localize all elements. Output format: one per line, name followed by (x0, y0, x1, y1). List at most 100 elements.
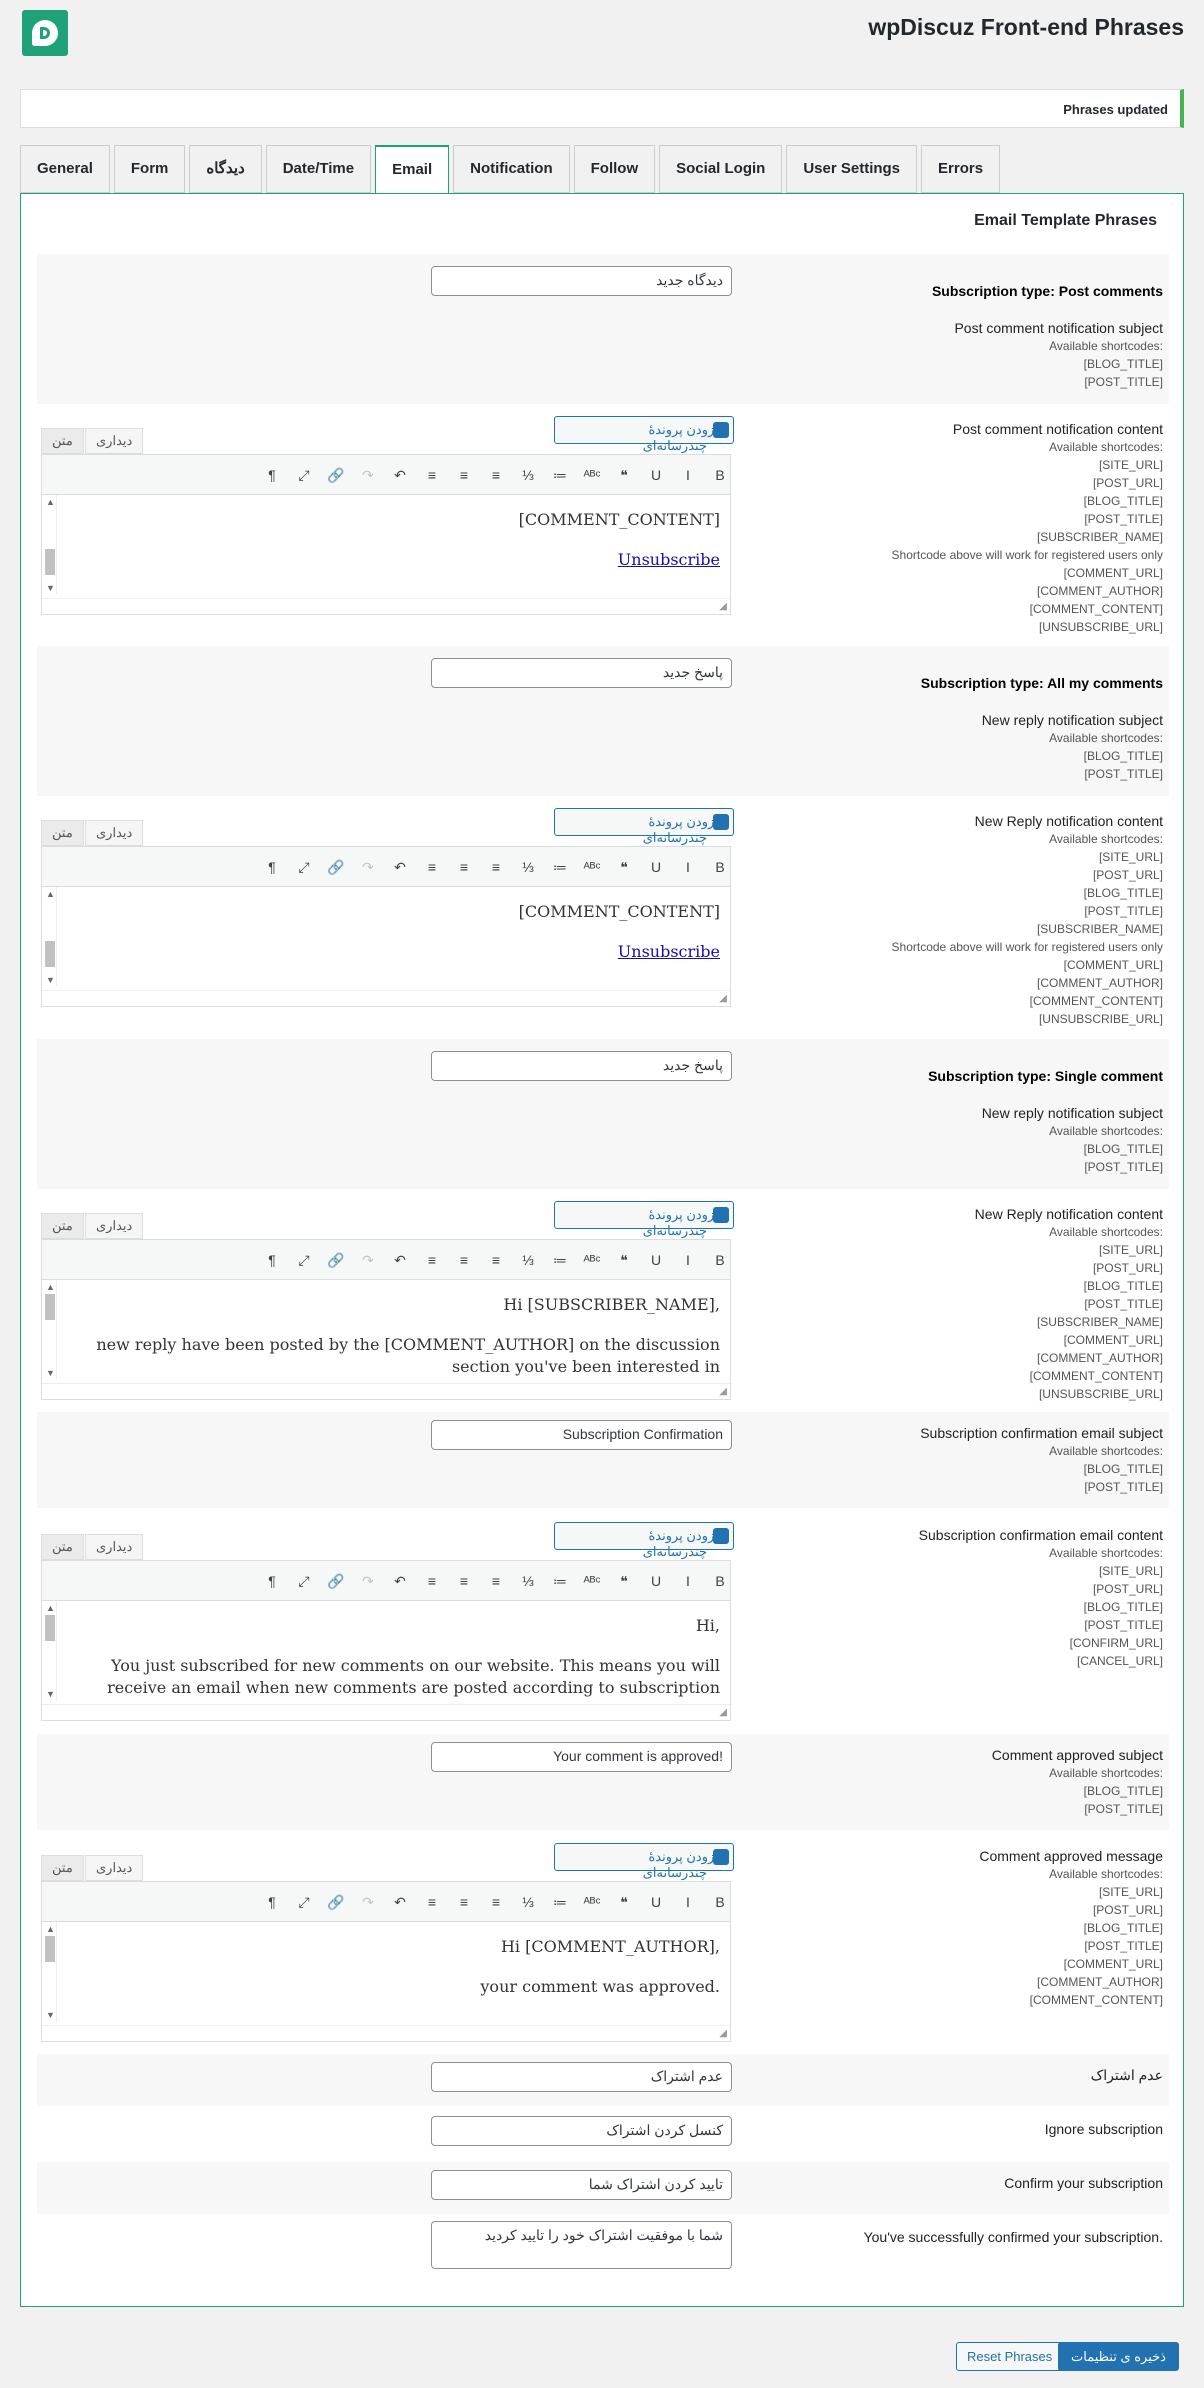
fullscreen-icon[interactable]: ⤢ (294, 857, 314, 877)
redo-icon[interactable]: ↷ (358, 1892, 378, 1912)
tab-8[interactable]: User Settings (786, 145, 918, 193)
numbered-list-icon[interactable]: ⅓ (518, 1250, 538, 1270)
redo-icon[interactable]: ↷ (358, 1250, 378, 1270)
blockquote-icon[interactable]: ❝ (614, 1250, 634, 1270)
visual-tab[interactable]: دیداری (85, 1855, 144, 1881)
redo-icon[interactable]: ↷ (358, 1571, 378, 1591)
editor-body[interactable]: ▲ ▼ Hi [COMMENT_AUTHOR], your comment was a… (42, 1922, 730, 2025)
scroll-down-icon[interactable]: ▼ (46, 1689, 55, 1699)
tab-9[interactable]: Errors (921, 145, 1001, 193)
underline-icon[interactable]: U (646, 857, 666, 877)
redo-icon[interactable]: ↷ (358, 465, 378, 485)
phrase-input[interactable]: پاسخ جدید (431, 658, 732, 688)
phrase-input[interactable]: Your comment is approved! (431, 1742, 732, 1772)
link-icon[interactable]: 🔗 (326, 1250, 346, 1270)
add-media-button[interactable]: افزودن پروندهٔ چندرسانه‌ای (554, 808, 734, 845)
phrase-textarea[interactable]: شما با موفقیت اشتراک خود را تایید کردید (431, 2221, 732, 2269)
editor-scrollbar[interactable]: ▲ ▼ (43, 887, 57, 987)
strikethrough-icon[interactable]: ᴬᴮᶜ (582, 1250, 602, 1270)
editor-body[interactable]: ▲ ▼ Hi [SUBSCRIBER_NAME], new reply have be… (42, 1280, 730, 1383)
link-icon[interactable]: 🔗 (326, 857, 346, 877)
align-left-icon[interactable]: ≡ (486, 857, 506, 877)
strikethrough-icon[interactable]: ᴬᴮᶜ (582, 1571, 602, 1591)
save-settings-button[interactable]: ذخیره ی تنظیمات (1058, 2342, 1179, 2371)
resize-handle-icon[interactable]: ◢ (719, 1386, 727, 1397)
editor-body[interactable]: ▲ ▼ Hi, You just subscribed for new comment… (42, 1601, 730, 1704)
link-icon[interactable]: 🔗 (326, 1892, 346, 1912)
bullet-list-icon[interactable]: ≔ (550, 1571, 570, 1591)
reset-phrases-button[interactable]: Reset Phrases (956, 2342, 1064, 2371)
italic-icon[interactable]: I (678, 857, 698, 877)
scroll-down-icon[interactable]: ▼ (46, 2010, 55, 2020)
undo-icon[interactable]: ↶ (390, 1571, 410, 1591)
blockquote-icon[interactable]: ❝ (614, 1892, 634, 1912)
rtl-direction-icon[interactable]: ¶ (262, 857, 282, 877)
align-center-icon[interactable]: ≡ (454, 857, 474, 877)
numbered-list-icon[interactable]: ⅓ (518, 857, 538, 877)
unsubscribe-link[interactable]: Unsubscribe (618, 942, 720, 961)
add-media-button[interactable]: افزودن پروندهٔ چندرسانه‌ای (554, 1201, 734, 1238)
tab-0[interactable]: General (20, 145, 110, 193)
text-tab[interactable]: متن (41, 1534, 84, 1560)
italic-icon[interactable]: I (678, 1571, 698, 1591)
phrase-input[interactable]: دیدگاه جدید (431, 266, 732, 296)
align-right-icon[interactable]: ≡ (422, 1250, 442, 1270)
tab-2[interactable]: دیدگاه (189, 145, 262, 193)
underline-icon[interactable]: U (646, 1571, 666, 1591)
bold-icon[interactable]: B (710, 1892, 730, 1912)
fullscreen-icon[interactable]: ⤢ (294, 1250, 314, 1270)
bold-icon[interactable]: B (710, 465, 730, 485)
phrase-input[interactable]: عدم اشتراک (431, 2062, 732, 2092)
visual-tab[interactable]: دیداری (85, 820, 144, 846)
link-icon[interactable]: 🔗 (326, 1571, 346, 1591)
editor-scrollbar[interactable]: ▲ ▼ (43, 1922, 57, 2022)
align-center-icon[interactable]: ≡ (454, 465, 474, 485)
numbered-list-icon[interactable]: ⅓ (518, 1892, 538, 1912)
align-right-icon[interactable]: ≡ (422, 857, 442, 877)
rtl-direction-icon[interactable]: ¶ (262, 1892, 282, 1912)
underline-icon[interactable]: U (646, 1892, 666, 1912)
editor-body[interactable]: ▲ ▼ [COMMENT_CONTENT] Unsubscribe (42, 495, 730, 598)
bullet-list-icon[interactable]: ≔ (550, 1892, 570, 1912)
scroll-thumb[interactable] (45, 549, 55, 575)
scroll-up-icon[interactable]: ▲ (46, 1924, 55, 1934)
bold-icon[interactable]: B (710, 1571, 730, 1591)
scroll-thumb[interactable] (45, 1615, 55, 1641)
align-center-icon[interactable]: ≡ (454, 1250, 474, 1270)
strikethrough-icon[interactable]: ᴬᴮᶜ (582, 857, 602, 877)
underline-icon[interactable]: U (646, 465, 666, 485)
phrase-input[interactable]: Subscription Confirmation (431, 1420, 732, 1450)
bullet-list-icon[interactable]: ≔ (550, 857, 570, 877)
scroll-down-icon[interactable]: ▼ (46, 975, 55, 985)
add-media-button[interactable]: افزودن پروندهٔ چندرسانه‌ای (554, 1522, 734, 1559)
align-right-icon[interactable]: ≡ (422, 1892, 442, 1912)
blockquote-icon[interactable]: ❝ (614, 1571, 634, 1591)
add-media-button[interactable]: افزودن پروندهٔ چندرسانه‌ای (554, 416, 734, 453)
blockquote-icon[interactable]: ❝ (614, 465, 634, 485)
scroll-thumb[interactable] (45, 1294, 55, 1320)
scroll-up-icon[interactable]: ▲ (46, 497, 55, 507)
resize-handle-icon[interactable]: ◢ (719, 1707, 727, 1718)
align-right-icon[interactable]: ≡ (422, 1571, 442, 1591)
italic-icon[interactable]: I (678, 1250, 698, 1270)
redo-icon[interactable]: ↷ (358, 857, 378, 877)
scroll-up-icon[interactable]: ▲ (46, 1603, 55, 1613)
resize-handle-icon[interactable]: ◢ (719, 601, 727, 612)
resize-handle-icon[interactable]: ◢ (719, 993, 727, 1004)
align-center-icon[interactable]: ≡ (454, 1892, 474, 1912)
tab-7[interactable]: Social Login (659, 145, 783, 193)
editor-body[interactable]: ▲ ▼ [COMMENT_CONTENT] Unsubscribe (42, 887, 730, 990)
fullscreen-icon[interactable]: ⤢ (294, 1892, 314, 1912)
align-left-icon[interactable]: ≡ (486, 465, 506, 485)
bullet-list-icon[interactable]: ≔ (550, 465, 570, 485)
strikethrough-icon[interactable]: ᴬᴮᶜ (582, 465, 602, 485)
visual-tab[interactable]: دیداری (85, 1213, 144, 1239)
text-tab[interactable]: متن (41, 1213, 84, 1239)
tab-1[interactable]: Form (113, 145, 186, 193)
underline-icon[interactable]: U (646, 1250, 666, 1270)
resize-handle-icon[interactable]: ◢ (719, 2028, 727, 2039)
tab-6[interactable]: Follow (573, 145, 656, 193)
rtl-direction-icon[interactable]: ¶ (262, 1250, 282, 1270)
italic-icon[interactable]: I (678, 465, 698, 485)
text-tab[interactable]: متن (41, 1855, 84, 1881)
